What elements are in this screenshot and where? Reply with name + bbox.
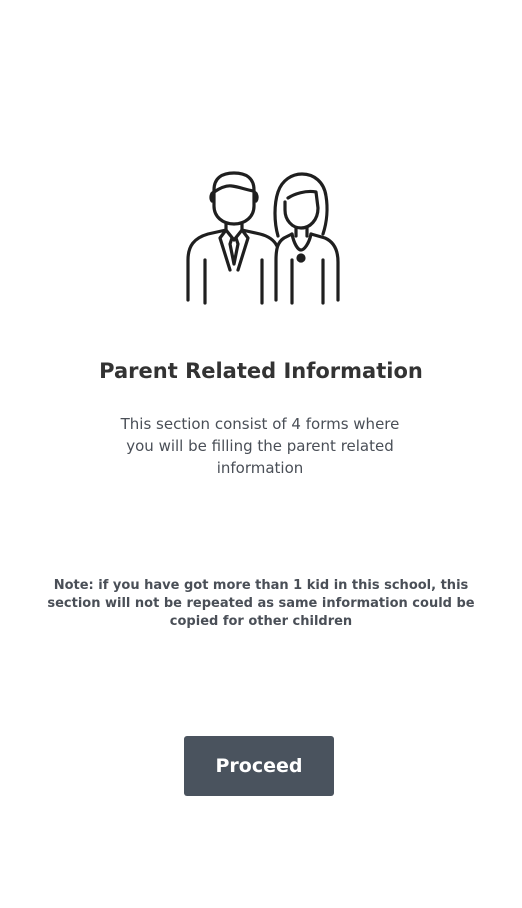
- page-title: Parent Related Information: [99, 359, 423, 383]
- section-description: This section consist of 4 forms where yo…: [120, 415, 400, 477]
- parent-info-screen: Parent Related Information This section …: [0, 0, 522, 908]
- parents-icon: [180, 168, 346, 308]
- section-note: Note: if you have got more than 1 kid in…: [47, 578, 475, 629]
- proceed-button[interactable]: Proceed: [184, 736, 334, 796]
